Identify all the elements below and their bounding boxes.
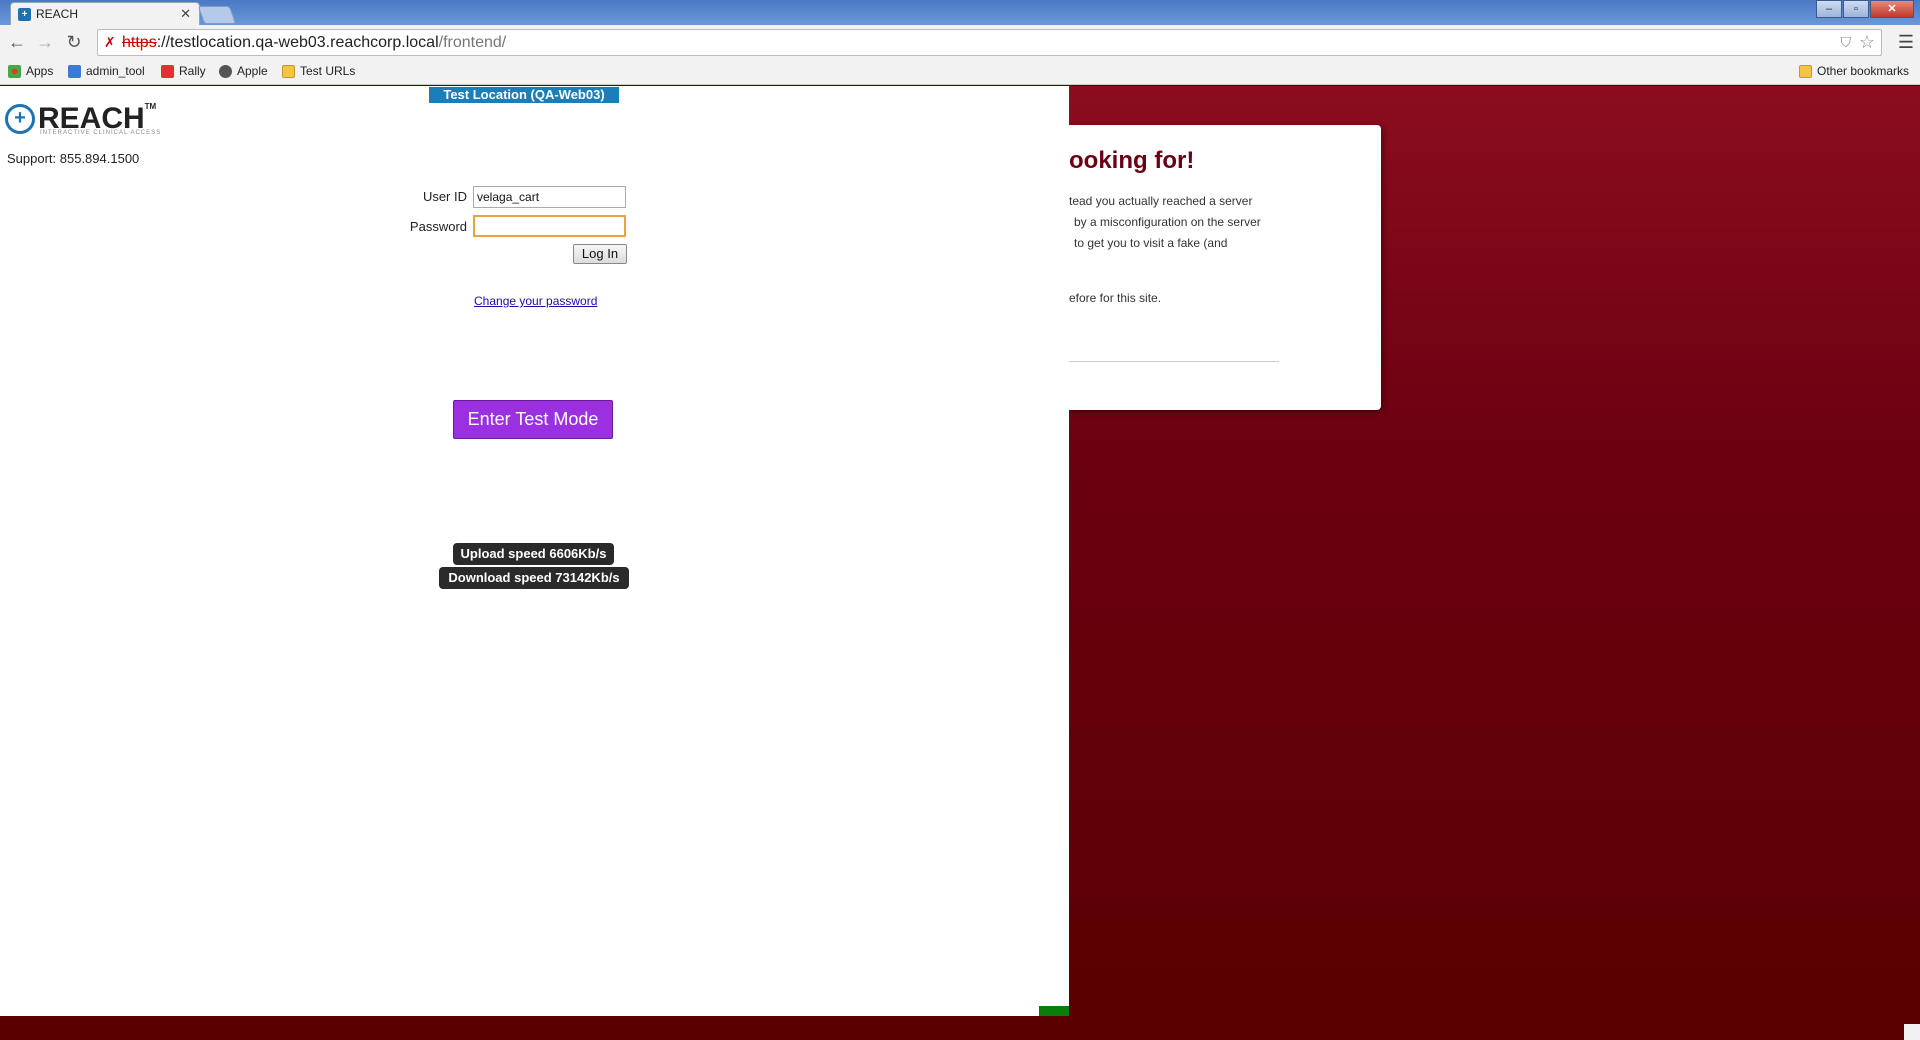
password-input[interactable] xyxy=(473,215,626,237)
status-indicator xyxy=(1039,1006,1069,1016)
bookmark-test-urls[interactable]: Test URLs xyxy=(282,64,355,78)
logo-subtitle: INTERACTIVE CLINICAL ACCESS xyxy=(40,130,162,136)
window-controls: – ▫ ✕ xyxy=(1815,0,1914,18)
bottom-strip xyxy=(0,1016,1920,1040)
back-arrow-icon[interactable]: ← xyxy=(6,31,28,53)
shield-icon[interactable]: ⛉ xyxy=(1841,34,1852,51)
forward-arrow-icon[interactable]: → xyxy=(34,31,56,53)
new-tab-button[interactable] xyxy=(197,6,237,24)
folder-icon xyxy=(1799,64,1812,78)
login-page: Test Location (QA-Web03) + REACHTM INTER… xyxy=(0,86,1069,1016)
support-phone: Support: 855.894.1500 xyxy=(7,151,140,166)
bookmarks-bar: Apps admin_tool Rally Apple Test URLs Ot… xyxy=(0,59,1920,85)
login-button[interactable]: Log In xyxy=(573,244,627,264)
menu-icon[interactable]: ☰ xyxy=(1898,32,1914,53)
maximize-icon[interactable]: ▫ xyxy=(1843,0,1869,18)
folder-icon xyxy=(282,64,295,78)
reload-icon[interactable]: ↻ xyxy=(63,31,85,53)
minimize-icon[interactable]: – xyxy=(1816,0,1842,18)
rally-icon xyxy=(161,64,174,78)
password-label: Password xyxy=(409,219,467,234)
error-text-line: to get you to visit a fake (and xyxy=(1074,236,1228,250)
bookmark-other[interactable]: Other bookmarks xyxy=(1799,64,1909,78)
error-divider xyxy=(1069,361,1279,362)
close-tab-icon[interactable]: ✕ xyxy=(180,6,191,22)
apple-icon xyxy=(219,64,232,78)
error-heading: ooking for! xyxy=(1069,147,1195,174)
error-text-line: by a misconfiguration on the server xyxy=(1074,215,1261,229)
user-id-label: User ID xyxy=(422,189,467,204)
bookmark-rally[interactable]: Rally xyxy=(161,64,206,78)
bookmark-admin-tool[interactable]: admin_tool xyxy=(68,64,145,78)
bookmark-apps[interactable]: Apps xyxy=(8,64,53,78)
tab-title: REACH xyxy=(36,7,79,21)
error-card: ooking for! tead you actually reached a … xyxy=(1069,125,1381,410)
apps-icon xyxy=(8,64,21,78)
address-bar[interactable]: ✗ https://testlocation.qa-web03.reachcor… xyxy=(97,29,1882,56)
bookmark-star-icon[interactable]: ☆ xyxy=(1859,32,1875,53)
upload-speed-badge: Upload speed 6606Kb/s xyxy=(453,543,614,565)
error-text-line: tead you actually reached a server xyxy=(1069,194,1253,208)
close-window-icon[interactable]: ✕ xyxy=(1870,0,1914,18)
error-text-line: efore for this site. xyxy=(1069,291,1162,305)
environment-banner: Test Location (QA-Web03) xyxy=(429,87,619,103)
reach-favicon-icon: + xyxy=(18,8,31,21)
address-url: https://testlocation.qa-web03.reachcorp.… xyxy=(122,34,507,51)
insecure-lock-icon[interactable]: ✗ xyxy=(104,34,116,51)
change-password-link[interactable]: Change your password xyxy=(474,294,597,308)
admin-tool-icon xyxy=(68,64,81,78)
browser-toolbar: ← → ↻ ✗ https://testlocation.qa-web03.re… xyxy=(0,25,1920,59)
user-id-input[interactable] xyxy=(473,186,626,208)
resize-corner xyxy=(1904,1024,1920,1040)
reach-plus-icon: + xyxy=(5,104,35,134)
browser-titlebar: + REACH ✕ – ▫ ✕ xyxy=(0,0,1920,26)
tab-reach[interactable]: + REACH ✕ xyxy=(10,2,200,26)
download-speed-badge: Download speed 73142Kb/s xyxy=(439,567,629,589)
enter-test-mode-button[interactable]: Enter Test Mode xyxy=(453,400,613,439)
bookmark-apple[interactable]: Apple xyxy=(219,64,268,78)
